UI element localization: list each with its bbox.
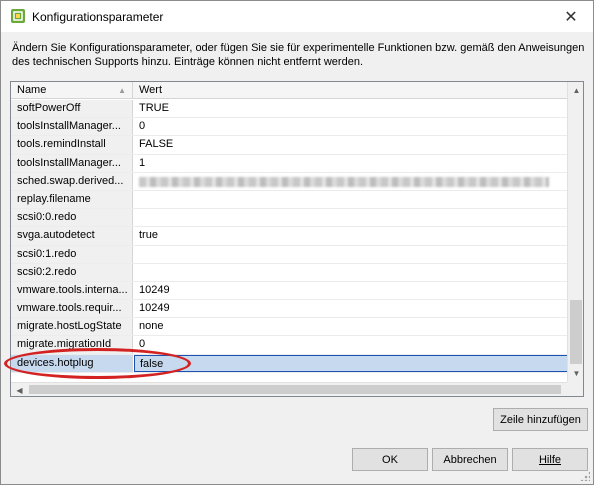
dialog-description: Ändern Sie Konfigurationsparameter, oder…: [12, 42, 585, 68]
table-row[interactable]: tools.remindInstall FALSE: [11, 136, 567, 155]
row-value-cell[interactable]: 10249: [133, 282, 567, 299]
row-name-cell: vmware.tools.interna...: [11, 281, 133, 300]
row-value-cell[interactable]: true: [133, 227, 567, 244]
row-name-cell: svga.autodetect: [11, 227, 133, 245]
table-row[interactable]: scsi0:1.redo: [11, 245, 567, 264]
vsphere-app-icon: [11, 9, 25, 23]
scroll-down-icon[interactable]: ▼: [568, 365, 583, 382]
table-row[interactable]: migrate.migrationId 0: [11, 336, 567, 355]
table-row[interactable]: vmware.tools.interna... 10249: [11, 281, 567, 301]
horizontal-scroll-thumb[interactable]: [29, 385, 561, 394]
column-header-value-label: Wert: [139, 84, 163, 96]
table-row[interactable]: replay.filename: [11, 190, 567, 210]
row-name-cell: scsi0:0.redo: [11, 209, 133, 227]
row-value-cell-redacted[interactable]: [133, 173, 567, 190]
table-row[interactable]: scsi0:0.redo: [11, 209, 567, 228]
row-value-cell[interactable]: 0: [133, 118, 567, 135]
table-row[interactable]: toolsInstallManager... 1: [11, 154, 567, 173]
row-value-cell[interactable]: 1: [133, 155, 567, 172]
title-bar: Konfigurationsparameter ✕: [1, 1, 593, 32]
table-row[interactable]: migrate.hostLogState none: [11, 318, 567, 337]
row-value-cell[interactable]: [133, 264, 567, 281]
horizontal-scrollbar[interactable]: ◀: [11, 382, 567, 396]
table-row[interactable]: toolsInstallManager... 0: [11, 118, 567, 137]
window-title: Konfigurationsparameter: [32, 10, 164, 24]
row-name-cell: toolsInstallManager...: [11, 118, 133, 136]
row-name-cell: softPowerOff: [11, 100, 133, 118]
row-value-cell[interactable]: [133, 191, 567, 208]
row-name-cell: vmware.tools.requir...: [11, 300, 133, 318]
column-header-name-label: Name: [17, 84, 47, 96]
cancel-button[interactable]: Abbrechen: [432, 448, 508, 471]
table-row[interactable]: softPowerOff TRUE: [11, 100, 567, 119]
row-name-cell: tools.remindInstall: [11, 136, 133, 154]
table-row-selected[interactable]: devices.hotplug false: [11, 354, 567, 373]
row-name-cell: toolsInstallManager...: [11, 154, 133, 172]
sort-ascending-icon: ▲: [118, 86, 126, 95]
row-value-cell[interactable]: FALSE: [133, 136, 567, 153]
scroll-left-icon[interactable]: ◀: [11, 383, 28, 396]
row-name-cell: migrate.migrationId: [11, 336, 133, 354]
row-value-edit-field[interactable]: false: [134, 354, 567, 372]
row-value-cell[interactable]: TRUE: [133, 100, 567, 117]
vertical-scrollbar[interactable]: ▲ ▼: [567, 82, 583, 382]
table-row[interactable]: vmware.tools.requir... 10249: [11, 300, 567, 319]
column-header-value[interactable]: Wert: [133, 82, 567, 99]
close-icon[interactable]: ✕: [549, 1, 593, 32]
scrollbar-corner: [567, 382, 583, 396]
table-body: softPowerOff TRUE toolsInstallManager...…: [11, 100, 567, 382]
table-row[interactable]: scsi0:2.redo: [11, 263, 567, 282]
redacted-value: [139, 176, 549, 187]
row-value-cell[interactable]: none: [133, 318, 567, 335]
row-value-cell[interactable]: [133, 209, 567, 226]
row-value-cell[interactable]: [133, 246, 567, 263]
config-parameters-dialog: Konfigurationsparameter ✕ Ändern Sie Kon…: [0, 0, 594, 485]
row-name-cell: migrate.hostLogState: [11, 318, 133, 336]
add-row-button[interactable]: Zeile hinzufügen: [493, 408, 588, 431]
column-header-name[interactable]: Name ▲: [11, 82, 133, 99]
row-value-cell[interactable]: 0: [133, 336, 567, 353]
row-value-cell[interactable]: 10249: [133, 300, 567, 317]
row-name-cell: scsi0:1.redo: [11, 245, 133, 263]
row-name-cell: sched.swap.derived...: [11, 172, 133, 190]
table-row[interactable]: sched.swap.derived...: [11, 172, 567, 191]
row-name-cell: devices.hotplug: [11, 354, 133, 372]
ok-button[interactable]: OK: [352, 448, 428, 471]
vertical-scroll-thumb[interactable]: [570, 300, 582, 364]
scroll-up-icon[interactable]: ▲: [568, 82, 583, 99]
table-header: Name ▲ Wert: [11, 82, 567, 99]
row-name-cell: scsi0:2.redo: [11, 263, 133, 281]
table-row[interactable]: svga.autodetect true: [11, 227, 567, 246]
help-button[interactable]: Hilfe: [512, 448, 588, 471]
row-name-cell: replay.filename: [11, 190, 133, 209]
parameters-table: Name ▲ Wert softPowerOff TRUE toolsInsta…: [10, 81, 584, 397]
resize-grip-icon[interactable]: [580, 471, 590, 481]
